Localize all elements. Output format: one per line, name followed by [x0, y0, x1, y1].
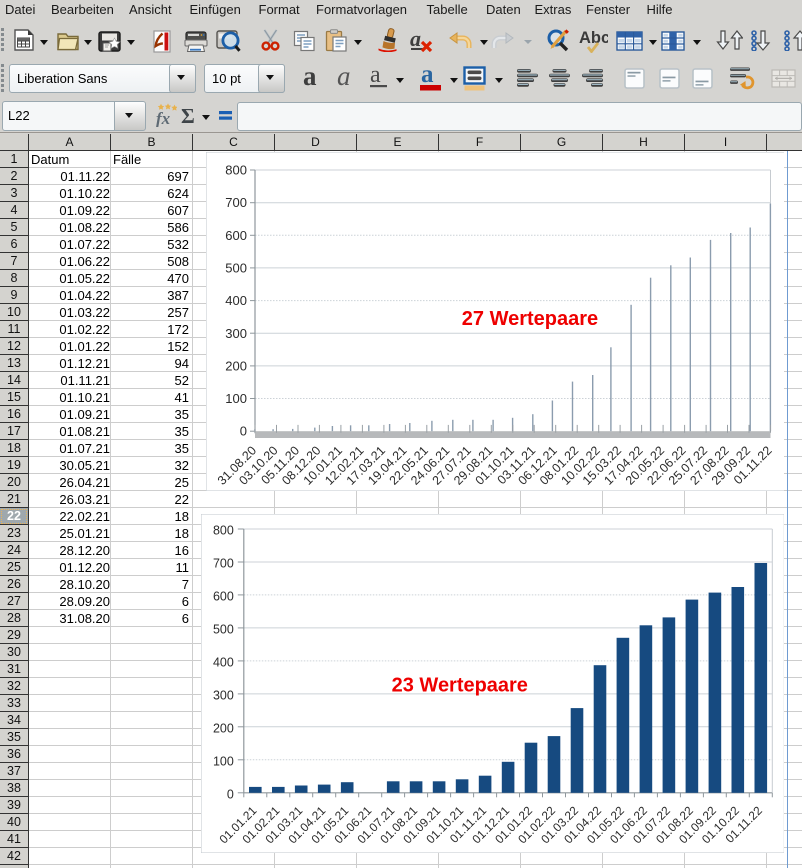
svg-text:300: 300 — [225, 325, 247, 340]
svg-text:a: a — [370, 63, 381, 88]
svg-text:200: 200 — [225, 358, 247, 373]
svg-text:0: 0 — [227, 787, 234, 801]
svg-text:500: 500 — [213, 622, 234, 636]
svg-text:800: 800 — [213, 523, 234, 537]
svg-text:a: a — [410, 29, 421, 51]
svg-text:27 Wertepaare: 27 Wertepaare — [461, 308, 597, 330]
svg-text:Σ: Σ — [181, 104, 195, 126]
svg-text:800: 800 — [225, 162, 247, 177]
svg-text:23 Wertepaare: 23 Wertepaare — [391, 674, 527, 696]
svg-text:a: a — [337, 63, 351, 89]
svg-text:700: 700 — [225, 195, 247, 210]
svg-text:700: 700 — [213, 556, 234, 570]
svg-text:fx: fx — [156, 109, 171, 127]
svg-text:100: 100 — [225, 391, 247, 406]
svg-text:0: 0 — [239, 423, 246, 438]
svg-text:100: 100 — [213, 754, 234, 768]
svg-text:600: 600 — [225, 227, 247, 242]
svg-text:400: 400 — [225, 293, 247, 308]
svg-text:Abc: Abc — [579, 29, 608, 47]
svg-text:200: 200 — [213, 721, 234, 735]
svg-text:300: 300 — [213, 688, 234, 702]
svg-text:400: 400 — [213, 655, 234, 669]
svg-text:500: 500 — [225, 260, 247, 275]
svg-text:a: a — [303, 63, 317, 89]
svg-text:600: 600 — [213, 589, 234, 603]
svg-text:a: a — [421, 62, 434, 88]
